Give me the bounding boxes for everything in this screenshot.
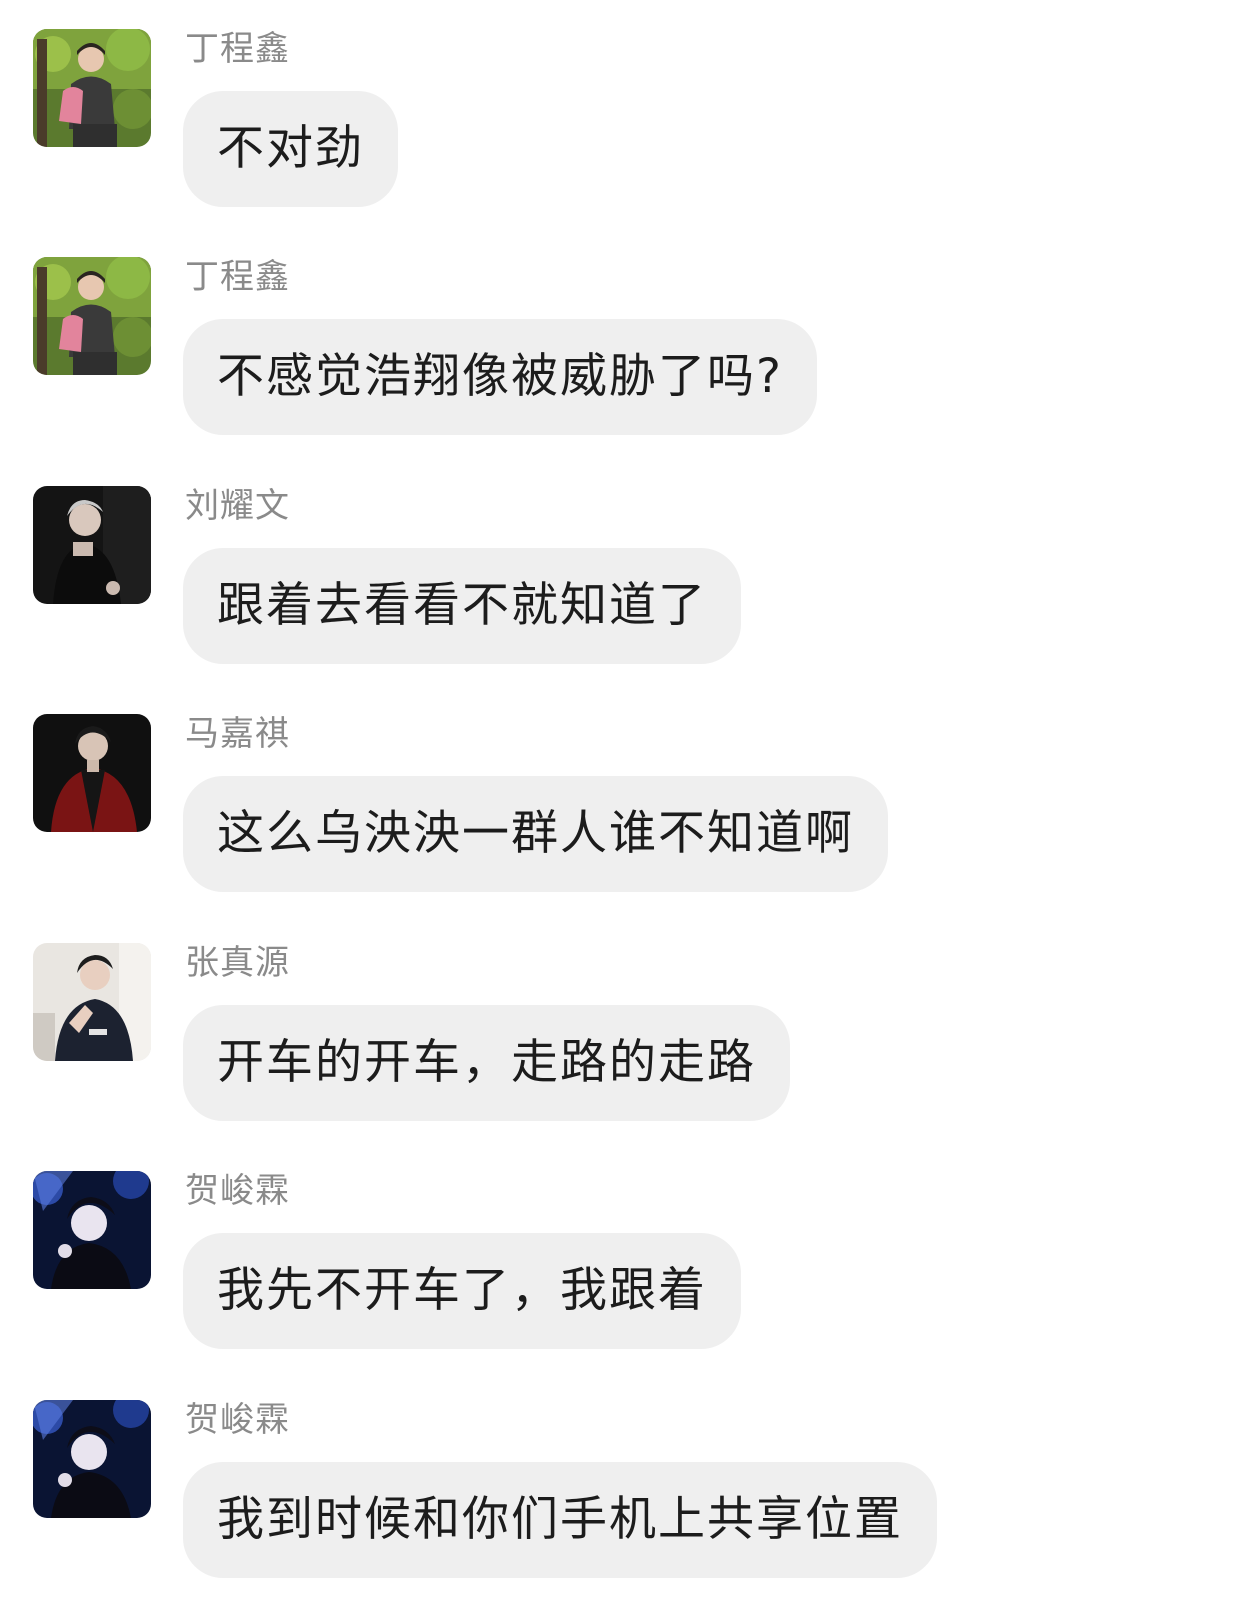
message-text: 不感觉浩翔像被威胁了吗?: [217, 349, 783, 404]
avatar[interactable]: [33, 1400, 151, 1518]
avatar-light-portrait-image: [33, 943, 151, 1061]
chat-message: 张真源 开车的开车，走路的走路: [0, 943, 1236, 1143]
chat-message: 丁程鑫 不对劲: [0, 29, 1236, 229]
avatar-red-jacket-image: [33, 714, 151, 832]
message-text: 我先不开车了，我跟着: [217, 1263, 707, 1318]
message-bubble[interactable]: 不感觉浩翔像被威胁了吗?: [183, 319, 817, 435]
chat-message: 马嘉祺 这么乌泱泱一群人谁不知道啊: [0, 714, 1236, 914]
message-bubble[interactable]: 我到时候和你们手机上共享位置: [183, 1462, 937, 1578]
avatar[interactable]: [33, 29, 151, 147]
avatar[interactable]: [33, 943, 151, 1061]
avatar-blue-night-image: [33, 1171, 151, 1289]
message-bubble[interactable]: 跟着去看看不就知道了: [183, 548, 741, 664]
chat-message-list: 丁程鑫 不对劲 丁程鑫 不感觉浩翔像被威胁了吗? 刘耀文 跟着去看看不就知道了 …: [0, 0, 1236, 1610]
sender-name: 贺峻霖: [185, 1400, 290, 1440]
message-text: 这么乌泱泱一群人谁不知道啊: [217, 806, 854, 861]
sender-name: 贺峻霖: [185, 1171, 290, 1211]
avatar-forest-image: [33, 29, 151, 147]
sender-name: 丁程鑫: [185, 257, 290, 297]
chat-message: 贺峻霖 我先不开车了，我跟着: [0, 1171, 1236, 1371]
message-bubble[interactable]: 开车的开车，走路的走路: [183, 1005, 790, 1121]
avatar[interactable]: [33, 257, 151, 375]
sender-name: 马嘉祺: [185, 714, 290, 754]
avatar-dark-portrait-image: [33, 486, 151, 604]
message-text: 我到时候和你们手机上共享位置: [217, 1492, 903, 1547]
chat-message: 贺峻霖 我到时候和你们手机上共享位置: [0, 1400, 1236, 1600]
sender-name: 张真源: [185, 943, 290, 983]
chat-message: 丁程鑫 不感觉浩翔像被威胁了吗?: [0, 257, 1236, 457]
avatar[interactable]: [33, 1171, 151, 1289]
message-bubble[interactable]: 我先不开车了，我跟着: [183, 1233, 741, 1349]
message-text: 开车的开车，走路的走路: [217, 1035, 756, 1090]
message-text: 不对劲: [217, 121, 364, 176]
avatar[interactable]: [33, 714, 151, 832]
avatar[interactable]: [33, 486, 151, 604]
message-bubble[interactable]: 不对劲: [183, 91, 398, 207]
chat-message: 刘耀文 跟着去看看不就知道了: [0, 486, 1236, 686]
message-text: 跟着去看看不就知道了: [217, 578, 707, 633]
avatar-forest-image: [33, 257, 151, 375]
avatar-blue-night-image: [33, 1400, 151, 1518]
message-bubble[interactable]: 这么乌泱泱一群人谁不知道啊: [183, 776, 888, 892]
sender-name: 刘耀文: [185, 486, 290, 526]
sender-name: 丁程鑫: [185, 29, 290, 69]
